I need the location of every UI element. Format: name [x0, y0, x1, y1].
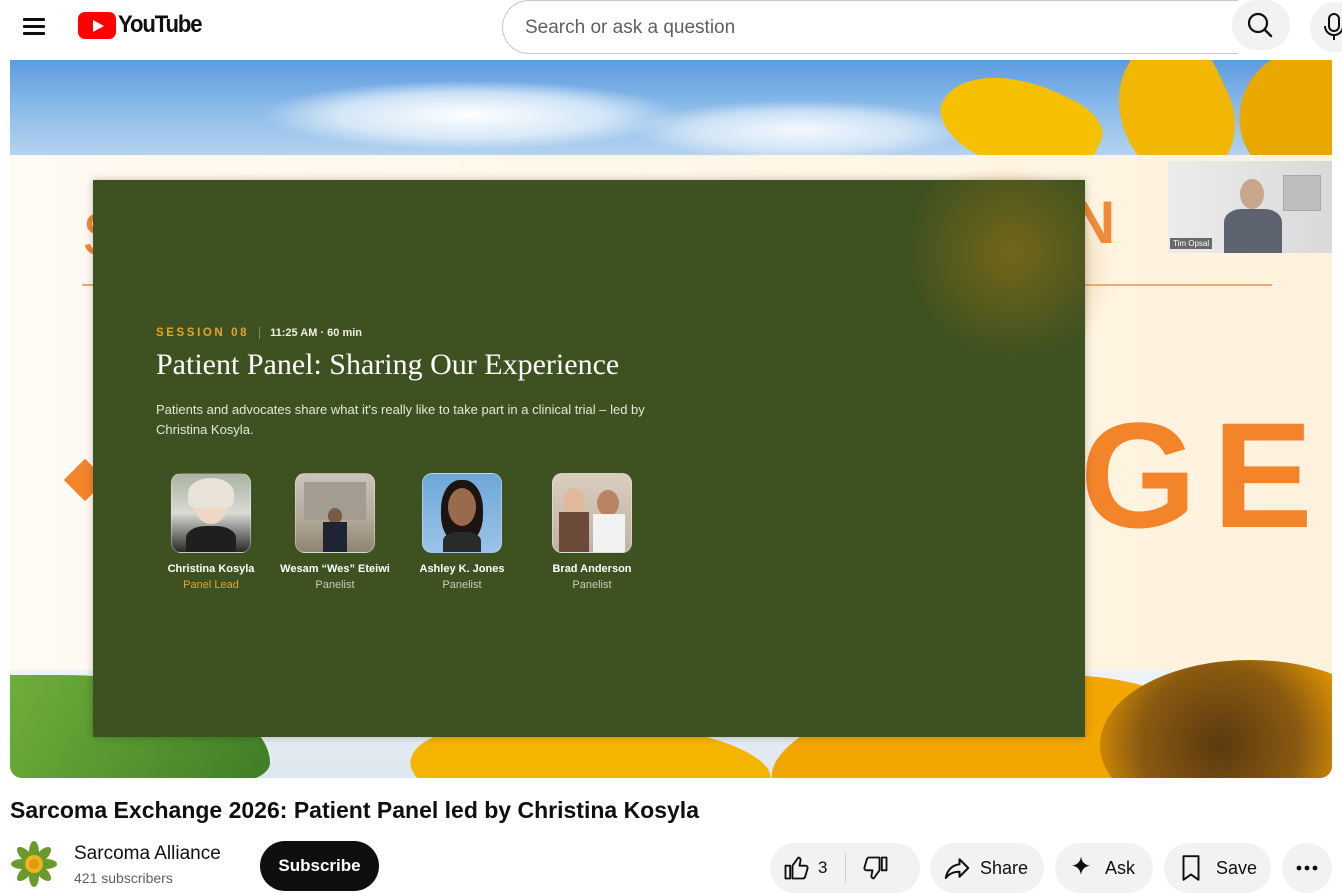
session-description: Patients and advocates share what it's r…	[156, 402, 645, 437]
channel-logo-icon	[11, 841, 57, 887]
bookmark-icon	[1182, 855, 1200, 881]
subscriber-count: 421 subscribers	[74, 870, 173, 886]
panelist-role: Panelist	[442, 579, 482, 591]
panelist-photo	[422, 473, 502, 553]
channel-avatar[interactable]	[10, 840, 58, 888]
panelist-role: Panel Lead	[183, 579, 239, 591]
session-panel: SESSION 08 11:25 AM · 60 min Patient Pan…	[93, 180, 1085, 737]
background-cloud	[260, 80, 680, 150]
panelist-role: Panelist	[572, 579, 612, 591]
save-label: Save	[1216, 857, 1258, 878]
search-button[interactable]	[1232, 0, 1290, 50]
session-time: 11:25 AM · 60 min	[270, 327, 363, 339]
mic-icon	[1324, 13, 1342, 40]
logo-text: YouTube	[118, 11, 203, 38]
like-dislike-group: 3	[770, 843, 920, 893]
search-box	[502, 0, 1238, 54]
share-label: Share	[980, 857, 1029, 878]
youtube-logo[interactable]: YouTube	[78, 11, 209, 39]
session-separator	[259, 327, 261, 339]
panelist-name: Wesam “Wes” Eteiwi	[280, 563, 390, 575]
panelist-name: Brad Anderson	[552, 563, 632, 575]
session-meta: SESSION 08 11:25 AM · 60 min	[156, 327, 362, 339]
session-tag: SESSION 08	[156, 327, 250, 339]
panelist-name: Christina Kosyla	[167, 563, 255, 575]
share-icon	[944, 858, 970, 879]
panelist-photo	[295, 473, 375, 553]
speaker-name-label: Tim Opsal	[1170, 238, 1213, 249]
share-button[interactable]: Share	[930, 843, 1044, 893]
channel-name[interactable]: Sarcoma Alliance	[74, 843, 221, 865]
video-player[interactable]: S N GE SESSION 08 11:25 AM · 60 min Pati…	[10, 60, 1332, 778]
slide-background-word: GE	[1080, 391, 1329, 559]
panelist-photo	[552, 473, 632, 553]
like-count: 3	[818, 858, 828, 877]
search-input[interactable]	[523, 14, 1217, 42]
more-actions-button[interactable]	[1282, 843, 1332, 893]
like-button[interactable]: 3	[770, 843, 827, 893]
search-icon	[1247, 12, 1273, 38]
like-icon	[784, 856, 809, 880]
panelist-card: Ashley K. Jones Panelist	[397, 473, 527, 591]
panelist-role: Panelist	[315, 579, 355, 591]
session-title: Patient Panel: Sharing Our Experience	[156, 348, 620, 381]
more-icon	[1296, 865, 1318, 871]
speaker-thumbnail: Tim Opsal	[1168, 161, 1332, 253]
panelist-card: Brad Anderson Panelist	[527, 473, 657, 591]
subscribe-button[interactable]: Subscribe	[260, 841, 379, 891]
wall-frame	[1283, 175, 1321, 211]
panelist-name: Ashley K. Jones	[419, 563, 505, 575]
voice-search-button[interactable]	[1310, 2, 1342, 52]
ask-button[interactable]: Ask	[1055, 843, 1153, 893]
panelist-photo	[171, 473, 251, 553]
save-button[interactable]: Save	[1164, 843, 1271, 893]
menu-button[interactable]	[14, 10, 54, 42]
panel-glow	[903, 180, 1085, 360]
youtube-play-icon	[78, 11, 116, 39]
menu-icon-bar	[23, 32, 45, 35]
dislike-button[interactable]	[846, 843, 890, 893]
panelist-card: Christina Kosyla Panel Lead	[146, 473, 276, 591]
speaker-face	[1240, 179, 1264, 209]
speaker-body	[1224, 209, 1282, 253]
video-title: Sarcoma Exchange 2026: Patient Panel led…	[10, 797, 699, 823]
menu-icon	[23, 18, 45, 21]
menu-icon-bar	[23, 25, 45, 28]
ask-label: Ask	[1105, 857, 1136, 878]
sparkle-icon	[1071, 856, 1091, 875]
panelist-card: Wesam “Wes” Eteiwi Panelist	[270, 473, 400, 591]
background-cloud	[630, 100, 970, 160]
dislike-icon	[863, 856, 888, 880]
